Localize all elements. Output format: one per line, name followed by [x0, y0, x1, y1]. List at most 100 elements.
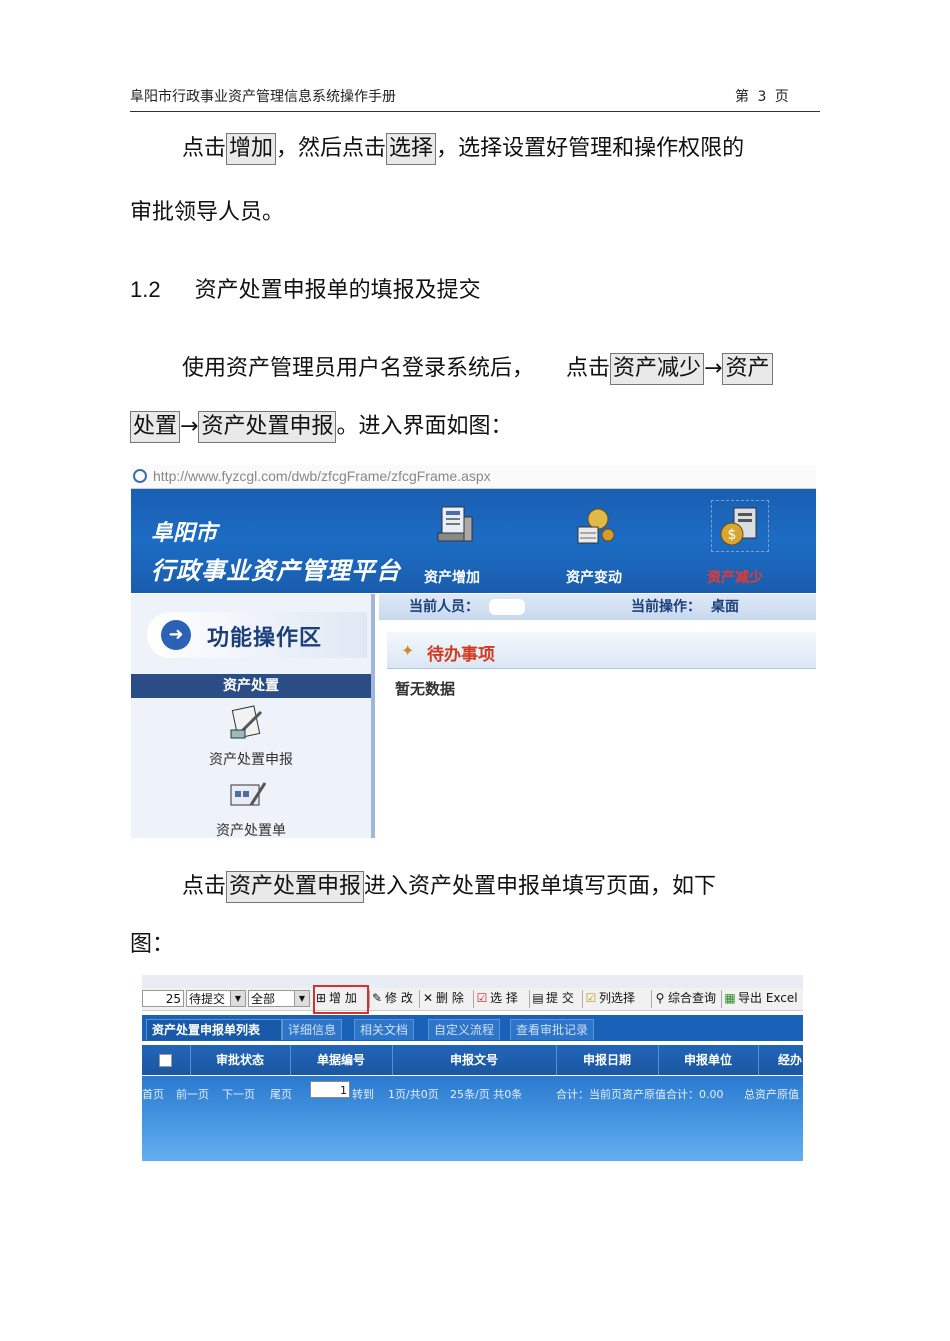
todo-panel-header: ✦ 待办事项	[387, 632, 816, 669]
address-bar[interactable]: http://www.fyzcgl.com/dwb/zfcgFrame/zfcg…	[131, 465, 816, 489]
ie-icon	[133, 469, 147, 483]
function-area-header: ➜ 功能操作区	[147, 612, 367, 658]
toolbar-separator	[473, 990, 474, 1008]
col-report-date[interactable]: 申报日期	[556, 1045, 659, 1075]
col-report-unit[interactable]: 申报单位	[658, 1045, 759, 1075]
section-heading: 1.2 资产处置申报单的填报及提交	[130, 272, 481, 304]
status-info-bar: 当前人员： 当前操作： 桌面	[379, 594, 816, 620]
nav-asset-add-icon[interactable]	[434, 503, 478, 551]
todo-empty-text: 暂无数据	[395, 680, 456, 698]
current-operation-label: 当前操作：	[631, 599, 701, 615]
sidebar-item-disposal-report[interactable]: 资产处置申报	[131, 749, 371, 769]
pager-summary-total: 总资产原值	[744, 1088, 799, 1101]
col-handler[interactable]: 经办	[758, 1045, 803, 1075]
screenshot-disposal-list: 25 待提交 ▼ 全部 ▼ ⊞ 增 加 ✎ 修 改 ✕ 删 除 ☑ 选 择 ▤ 提 交 ☑ 列选…	[142, 975, 803, 1161]
query-button-label: 综合查询	[668, 991, 717, 1005]
arrow-right-icon: ➜	[161, 620, 191, 650]
pager-next[interactable]: 下一页	[222, 1086, 255, 1102]
submit-button-label: 提 交	[546, 991, 574, 1005]
section-title: 资产处置申报单的填报及提交	[194, 278, 481, 303]
query-button[interactable]: ⚲ 综合查询	[654, 990, 716, 1007]
choose-button-label: 选 择	[490, 991, 518, 1005]
todo-title: 待办事项	[427, 645, 495, 665]
page-number-input[interactable]: 1	[310, 1081, 350, 1098]
nav-asset-decrease-icon[interactable]: $	[711, 500, 769, 552]
excel-icon: ▦	[724, 991, 736, 1005]
pager-pages: 1页/共0页	[388, 1088, 439, 1101]
header-divider	[130, 111, 820, 112]
export-excel-button[interactable]: ▦ 导出 Excel	[724, 990, 798, 1007]
paragraph-3-line-2: 图：	[130, 932, 175, 957]
submit-button[interactable]: ▤ 提 交	[532, 990, 574, 1007]
todo-icon: ✦	[401, 641, 415, 660]
text: 点击	[182, 136, 227, 161]
disposal-form-icon[interactable]	[227, 775, 267, 817]
cropped-top-strip	[142, 975, 803, 988]
screenshot-main-frame: http://www.fyzcgl.com/dwb/zfcgFrame/zfcg…	[131, 465, 816, 838]
document-header-title: 阜阳市行政事业资产管理信息系统操作手册	[130, 89, 396, 105]
text: 进入资产处置申报单填写页面，如下	[364, 874, 717, 899]
section-asset-disposal[interactable]: 资产处置	[131, 674, 371, 698]
logo-line-2: 行政事业资产管理平台	[151, 556, 401, 585]
tab-disposal-list[interactable]: 资产处置申报单列表	[146, 1019, 282, 1040]
chevron-down-icon: ▼	[294, 991, 309, 1006]
scope-select-value: 全部	[251, 992, 276, 1006]
section-number: 1.2	[130, 277, 161, 302]
tab-related-docs[interactable]: 相关文档	[354, 1019, 415, 1040]
sidebar-item-disposal-form[interactable]: 资产处置单	[131, 820, 371, 838]
delete-button[interactable]: ✕ 删 除	[422, 990, 464, 1007]
add-button-highlight-box	[313, 985, 369, 1014]
asset-decrease-ref: 资产减少	[610, 353, 705, 385]
toolbar-separator	[529, 990, 530, 1008]
nav-asset-decrease[interactable]: 资产减少	[707, 567, 763, 587]
text: ，选择设置好管理和操作权限的	[436, 136, 745, 161]
status-select-value: 待提交	[189, 992, 226, 1006]
pager-last[interactable]: 尾页	[270, 1086, 292, 1102]
column-select-button[interactable]: ☑ 列选择	[585, 990, 635, 1007]
nav-asset-change-icon[interactable]	[574, 505, 618, 553]
pager-goto[interactable]: 转到	[352, 1086, 374, 1102]
export-button-label: 导出 Excel	[738, 991, 798, 1005]
status-select[interactable]: 待提交 ▼	[186, 990, 246, 1007]
select-all-checkbox[interactable]	[159, 1054, 172, 1067]
toolbar-separator	[419, 990, 420, 1008]
asset-disposal-ref-part1: 资产	[722, 353, 773, 385]
choose-button-ref: 选择	[386, 133, 437, 165]
edit-button[interactable]: ✎ 修 改	[371, 990, 413, 1007]
choose-button[interactable]: ☑ 选 择	[476, 990, 518, 1007]
disposal-report-icon[interactable]	[227, 704, 267, 746]
tab-details[interactable]: 详细信息	[282, 1019, 343, 1040]
paragraph-2-line-1: 使用资产管理员用户名登录系统后， 点击 资产减少 → 资产	[182, 350, 773, 385]
table-body: 首页 前一页 下一页 尾页 1 转到 1页/共0页 25条/页 共0条 合计：当…	[142, 1076, 803, 1161]
nav-asset-change[interactable]: 资产变动	[566, 567, 622, 587]
table-header: 审批状态 单据编号 申报文号 申报日期 申报单位 经办	[142, 1045, 803, 1075]
page-size-select[interactable]: 25	[142, 990, 184, 1007]
col-report-ref-number[interactable]: 申报文号	[392, 1045, 557, 1075]
left-function-panel: ➜ 功能操作区 资产处置 资产处置申报 资产处置单	[131, 594, 375, 838]
nav-asset-add[interactable]: 资产增加	[424, 567, 480, 587]
tab-approval-records[interactable]: 查看审批记录	[510, 1019, 595, 1040]
paragraph-2-line-2: 处置 → 资产处置申报 。进入界面如图：	[130, 408, 512, 443]
paragraph-1-line-1: 点击 增加 ，然后点击 选择 ，选择设置好管理和操作权限的	[182, 130, 744, 165]
col-approval-status[interactable]: 审批状态	[190, 1045, 291, 1075]
delete-button-label: 删 除	[436, 991, 464, 1005]
tab-custom-flow[interactable]: 自定义流程	[428, 1019, 501, 1040]
current-operation-value: 桌面	[711, 599, 739, 615]
paragraph-1-line-2: 审批领导人员。	[130, 200, 285, 225]
text: 点击	[182, 874, 227, 899]
edit-button-label: 修 改	[385, 991, 413, 1005]
pager-prev[interactable]: 前一页	[176, 1086, 209, 1102]
close-icon: ✕	[422, 991, 434, 1005]
paragraph-3-line-1: 点击 资产处置申报 进入资产处置申报单填写页面，如下	[182, 868, 716, 903]
column-select-label: 列选择	[599, 991, 636, 1005]
pager-first[interactable]: 首页	[142, 1086, 164, 1102]
toolbar-separator	[582, 990, 583, 1008]
user-name-redacted	[489, 599, 525, 615]
binoculars-icon: ⚲	[655, 991, 665, 1005]
col-document-number[interactable]: 单据编号	[290, 1045, 393, 1075]
arrow: →	[180, 414, 199, 439]
disposal-report-ref-2: 资产处置申报	[226, 871, 365, 903]
logo-line-1: 阜阳市	[151, 520, 218, 546]
scope-select[interactable]: 全部 ▼	[248, 990, 310, 1007]
page-number: 第 3 页	[735, 89, 789, 105]
